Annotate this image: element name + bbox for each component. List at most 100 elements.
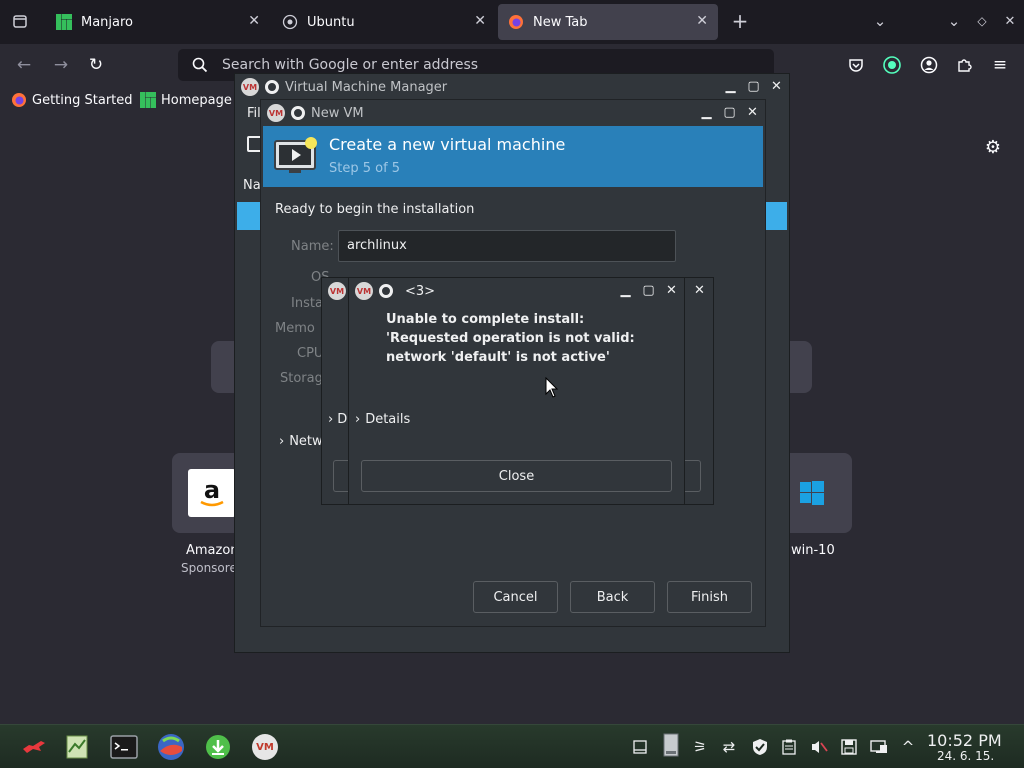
- firefox-tab-bar: Manjaro ✕ Ubuntu ✕ New Tab ✕ + ⌄ ⌄ ◇ ✕: [0, 0, 1024, 44]
- close-icon[interactable]: ✕: [768, 78, 785, 95]
- bookmark-label: Homepage: [161, 92, 232, 108]
- maximize-icon[interactable]: ▢: [745, 78, 762, 95]
- close-icon[interactable]: ✕: [744, 104, 761, 121]
- disk-tray-icon[interactable]: [660, 732, 682, 760]
- network-label: Netw: [289, 434, 323, 449]
- error-dialog: VM <3> ▁ ▢ ✕ Unable to complete install:…: [348, 277, 685, 505]
- maximize-diamond-icon[interactable]: ◇: [971, 10, 993, 32]
- window-title: New VM: [311, 105, 364, 121]
- firefox-icon: [11, 92, 27, 108]
- hamburger-menu-icon[interactable]: ≡: [988, 53, 1012, 77]
- wizard-title: Create a new virtual machine: [329, 135, 566, 154]
- extensions-puzzle-icon[interactable]: [952, 53, 976, 77]
- wizard-step: Step 5 of 5: [329, 161, 401, 176]
- bookmark-homepage[interactable]: Homepage: [140, 90, 232, 110]
- close-icon[interactable]: ✕: [696, 13, 708, 29]
- mouse-cursor-icon: [545, 376, 559, 403]
- error-dialog-titlebar[interactable]: VM <3> ▁ ▢ ✕: [349, 278, 684, 304]
- tab-label: Manjaro: [81, 14, 134, 30]
- maximize-icon[interactable]: ▢: [640, 282, 657, 299]
- save-disk-icon[interactable]: [840, 738, 858, 756]
- clock-date[interactable]: 24. 6. 15.: [937, 749, 994, 763]
- pin-icon[interactable]: [379, 284, 393, 298]
- close-icon[interactable]: ✕: [248, 13, 260, 29]
- windows-logo-icon: [800, 481, 824, 509]
- new-tab-plus-icon[interactable]: +: [729, 9, 751, 33]
- app-launcher-icon[interactable]: [20, 733, 48, 761]
- pin-icon[interactable]: [291, 106, 305, 120]
- pin-icon[interactable]: [265, 80, 279, 94]
- minimize-icon[interactable]: ▁: [617, 282, 634, 299]
- close-button[interactable]: Close: [361, 460, 672, 492]
- ready-text: Ready to begin the installation: [275, 202, 475, 217]
- forward-arrow-icon[interactable]: →: [49, 53, 73, 77]
- clipboard-list-icon[interactable]: [780, 738, 798, 756]
- minimize-icon[interactable]: ▁: [698, 104, 715, 121]
- file-menu[interactable]: Fil: [247, 106, 261, 121]
- notification-bell-icon[interactable]: ⚞: [691, 738, 709, 756]
- svg-text:a: a: [204, 476, 220, 504]
- error-message: Unable to complete install: 'Requested o…: [386, 312, 635, 365]
- display-tray-icon[interactable]: [870, 738, 888, 756]
- back-button[interactable]: Back: [570, 581, 655, 613]
- new-vm-titlebar[interactable]: VM New VM ▁ ▢ ✕: [261, 100, 765, 126]
- download-icon[interactable]: [204, 733, 232, 761]
- new-vm-monitor-icon: [273, 137, 319, 181]
- close-icon[interactable]: ✕: [663, 282, 680, 299]
- tab-new-tab[interactable]: New Tab ✕: [498, 4, 718, 40]
- minimize-chevron-icon[interactable]: ⌄: [943, 10, 965, 32]
- terminal-icon[interactable]: [110, 733, 138, 761]
- tab-ubuntu[interactable]: Ubuntu ✕: [272, 4, 496, 40]
- virt-manager-icon: VM: [328, 282, 346, 300]
- window-close-icon[interactable]: ✕: [999, 10, 1021, 32]
- tile-label: win-10: [791, 543, 835, 558]
- bookmark-getting-started[interactable]: Getting Started: [11, 90, 133, 110]
- virt-manager-icon: VM: [267, 104, 285, 122]
- chevron-right-icon: ›: [328, 412, 334, 427]
- list-header: Na: [243, 178, 261, 193]
- network-expander[interactable]: › Netw: [279, 434, 323, 449]
- tab-manjaro[interactable]: Manjaro ✕: [46, 4, 270, 40]
- clipboard-tray-icon[interactable]: [631, 738, 649, 756]
- memory-label: Memo: [275, 321, 315, 336]
- list-row-selected[interactable]: [763, 202, 787, 230]
- minimize-icon[interactable]: ▁: [722, 78, 739, 95]
- window-title: Virtual Machine Manager: [285, 79, 448, 95]
- details-expander[interactable]: › Details: [355, 412, 410, 427]
- vmm-titlebar[interactable]: VM Virtual Machine Manager ▁ ▢ ✕: [235, 74, 789, 100]
- bookmark-label: Getting Started: [32, 92, 133, 108]
- gear-icon[interactable]: ⚙: [982, 136, 1004, 158]
- account-icon[interactable]: [917, 53, 941, 77]
- install-label: Insta: [291, 296, 323, 311]
- volume-muted-icon[interactable]: [810, 738, 828, 756]
- finish-button[interactable]: Finish: [667, 581, 752, 613]
- reload-icon[interactable]: ↻: [84, 53, 108, 77]
- close-icon[interactable]: ✕: [691, 282, 708, 299]
- close-button-back-edge: [333, 460, 349, 492]
- details-expander-back[interactable]: › D: [328, 412, 347, 427]
- list-tabs-chevron-icon[interactable]: ⌄: [869, 10, 891, 32]
- clock-time[interactable]: 10:52 PM: [927, 731, 1002, 750]
- tray-expand-chevron-icon[interactable]: ^: [899, 738, 917, 756]
- pocket-icon[interactable]: [844, 53, 868, 77]
- network-tray-icon[interactable]: ⇄: [720, 738, 738, 756]
- firefox-view-icon[interactable]: [9, 10, 31, 32]
- firefox-icon: [508, 14, 524, 30]
- cancel-button[interactable]: Cancel: [473, 581, 558, 613]
- browser-globe-icon[interactable]: [157, 733, 185, 761]
- chevron-right-icon: ›: [355, 412, 361, 427]
- maximize-icon[interactable]: ▢: [721, 104, 738, 121]
- name-field[interactable]: archlinux: [338, 230, 676, 262]
- chevron-right-icon: ›: [279, 434, 285, 449]
- virt-manager-taskbar-icon[interactable]: VM: [251, 733, 279, 761]
- close-button-back-edge: [685, 460, 701, 492]
- extension-badge-icon[interactable]: [880, 53, 904, 77]
- shield-icon[interactable]: [751, 738, 769, 756]
- back-arrow-icon[interactable]: ←: [12, 53, 36, 77]
- address-placeholder: Search with Google or enter address: [222, 57, 479, 73]
- manjaro-icon: [56, 14, 72, 30]
- maps-icon[interactable]: [63, 733, 91, 761]
- close-icon[interactable]: ✕: [474, 13, 486, 29]
- tile-label: Amazon: [186, 543, 239, 558]
- name-label: Name:: [291, 239, 334, 254]
